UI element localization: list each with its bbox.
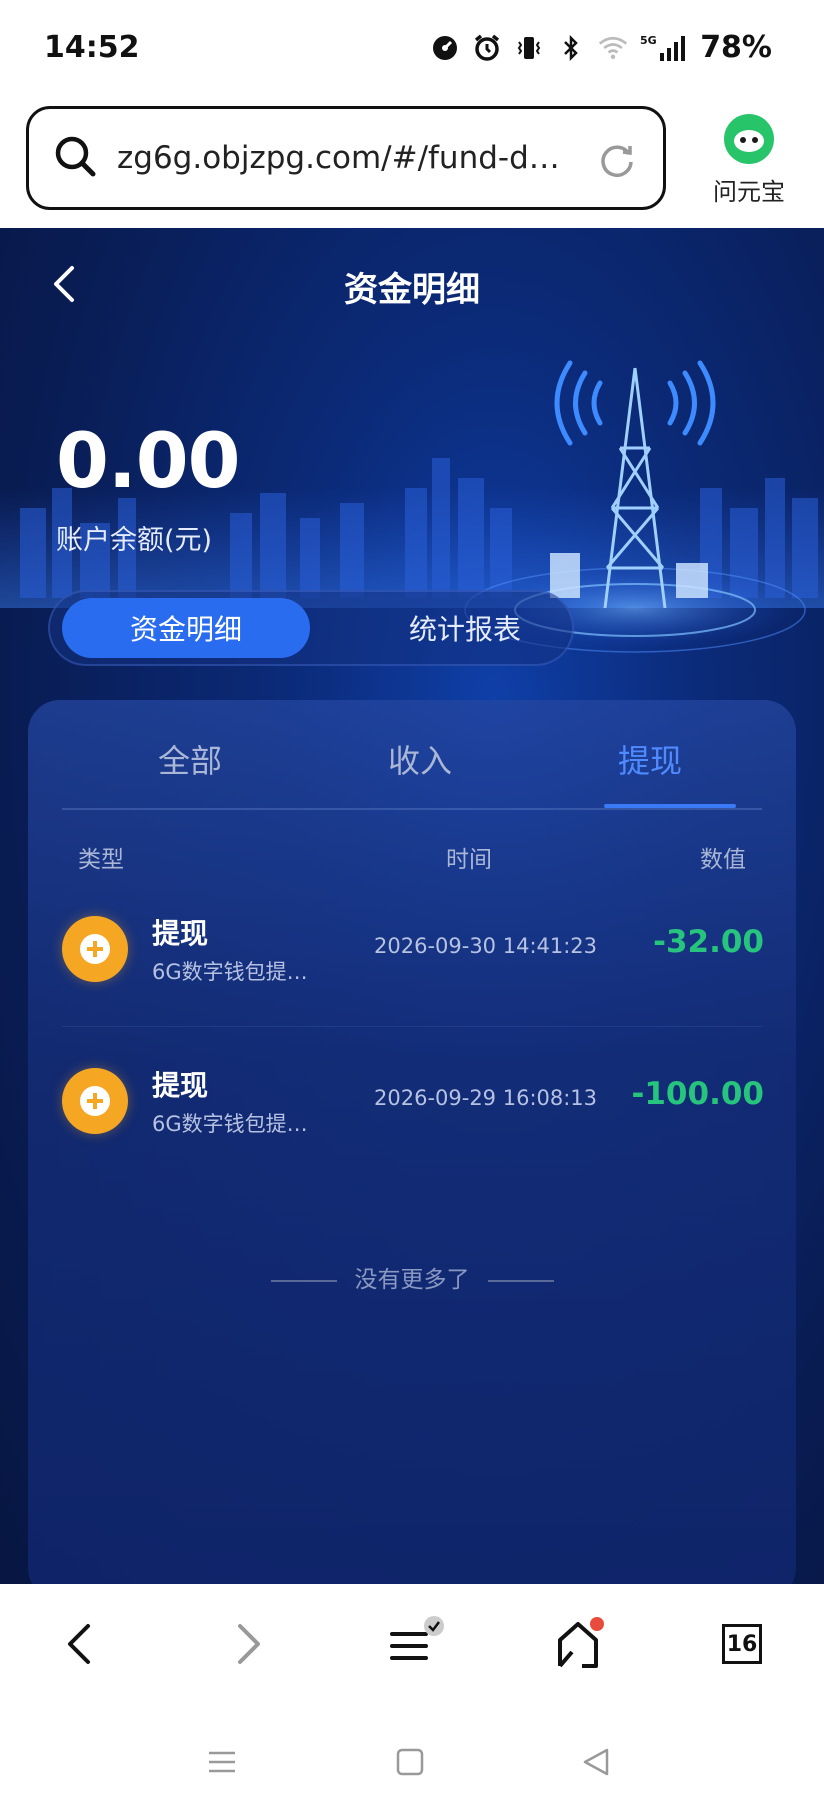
records-card: 全部 收入 提现 类型 时间 数值 提现 6G数字钱包提现... 2026-09… xyxy=(28,700,796,1584)
bluetooth-icon xyxy=(556,33,586,63)
withdraw-coin-icon xyxy=(62,1068,128,1134)
record-value: -32.00 xyxy=(653,924,764,960)
filter-tabs: 全部 收入 提现 xyxy=(62,700,762,810)
status-bar: 14:52 5G 78% xyxy=(0,0,824,100)
wifi-icon xyxy=(598,33,628,63)
column-header-time: 时间 xyxy=(446,847,492,873)
tabs-count-button[interactable]: 16 xyxy=(710,1612,774,1676)
yuanbao-logo-icon xyxy=(724,114,774,164)
record-row[interactable]: 提现 6G数字钱包提现... 2026-09-29 16:08:13 -100.… xyxy=(28,1046,796,1156)
browser-back-button[interactable] xyxy=(48,1612,112,1676)
no-more-text: 没有更多了 xyxy=(354,1267,470,1293)
record-title: 提现 xyxy=(152,917,209,950)
view-segment-control: 资金明细 统计报表 xyxy=(48,590,574,666)
search-icon xyxy=(53,134,97,182)
status-time: 14:52 xyxy=(44,30,140,65)
record-time: 2026-09-30 14:41:23 xyxy=(374,934,598,958)
home-nav-icon[interactable] xyxy=(388,1740,432,1784)
browser-forward-button[interactable] xyxy=(216,1612,280,1676)
row-divider xyxy=(62,1026,762,1027)
alarm-icon xyxy=(472,33,502,63)
svg-text:5G: 5G xyxy=(640,34,657,47)
browser-address-area: zg6g.objzpg.com/#/fund-de... 问元宝 xyxy=(0,100,824,228)
url-text[interactable]: zg6g.objzpg.com/#/fund-de... xyxy=(117,140,567,176)
no-more-line-right xyxy=(487,1279,554,1282)
yuanbao-label: 问元宝 xyxy=(713,178,785,206)
record-row[interactable]: 提现 6G数字钱包提现... 2026-09-30 14:41:23 -32.0… xyxy=(28,894,796,1004)
app-content: 资金明细 0.00 账户余额(元) 资金明细 统计报表 全部 收入 提现 类型 … xyxy=(0,228,824,1584)
active-tab-indicator xyxy=(604,804,736,808)
yuanbao-assistant-button[interactable]: 问元宝 xyxy=(694,114,804,207)
withdraw-coin-icon xyxy=(62,916,128,982)
record-subtitle: 6G数字钱包提现... xyxy=(152,1112,322,1136)
tabs-count: 16 xyxy=(722,1624,762,1664)
back-nav-icon[interactable] xyxy=(574,1740,618,1784)
column-header-value: 数值 xyxy=(700,847,746,873)
battery-percent: 78% xyxy=(700,30,772,65)
balance-amount: 0.00 xyxy=(56,416,241,505)
recents-icon[interactable] xyxy=(200,1740,244,1784)
segment-statistics-report[interactable]: 统计报表 xyxy=(340,598,590,658)
browser-toolbar: 16 xyxy=(0,1584,824,1708)
speedometer-icon xyxy=(430,33,460,63)
record-value: -100.00 xyxy=(631,1076,765,1112)
record-subtitle: 6G数字钱包提现... xyxy=(152,960,322,984)
home-icon[interactable] xyxy=(546,1612,610,1676)
tab-withdraw[interactable]: 提现 xyxy=(580,736,720,782)
address-bar[interactable]: zg6g.objzpg.com/#/fund-de... xyxy=(26,106,666,210)
no-more-indicator: 没有更多了 xyxy=(28,1260,796,1294)
balance-label: 账户余额(元) xyxy=(56,525,213,556)
record-time: 2026-09-29 16:08:13 xyxy=(374,1086,598,1110)
reload-icon[interactable] xyxy=(597,140,637,184)
no-more-line-left xyxy=(270,1279,337,1282)
status-icons: 5G 78% xyxy=(430,30,772,65)
app-header: 资金明细 xyxy=(0,228,824,338)
signal-5g-icon: 5G xyxy=(640,33,688,63)
system-navigation-bar xyxy=(0,1708,824,1813)
segment-fund-details[interactable]: 资金明细 xyxy=(62,598,310,658)
tab-all[interactable]: 全部 xyxy=(120,736,260,782)
column-header-type: 类型 xyxy=(78,847,124,873)
tab-income[interactable]: 收入 xyxy=(350,736,490,782)
menu-icon[interactable] xyxy=(380,1612,444,1676)
record-title: 提现 xyxy=(152,1069,209,1102)
page-title: 资金明细 xyxy=(344,270,480,310)
vibrate-icon xyxy=(514,33,544,63)
